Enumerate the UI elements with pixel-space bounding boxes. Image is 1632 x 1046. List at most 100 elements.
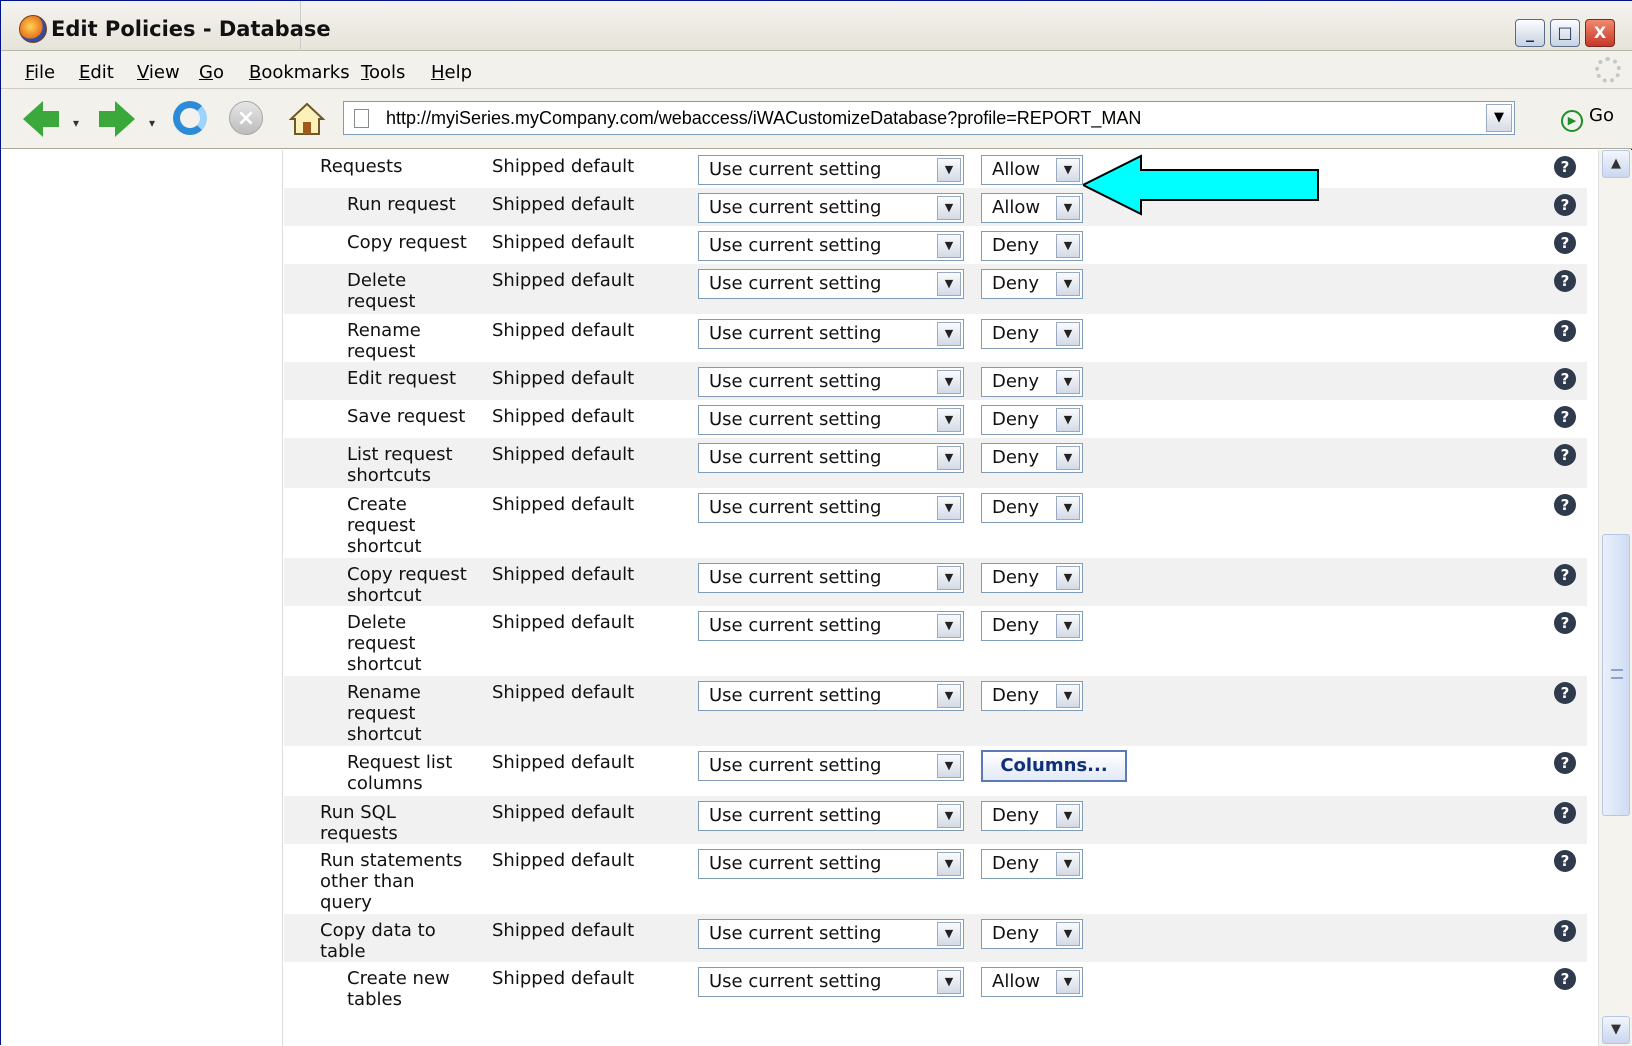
help-icon[interactable]: ? — [1554, 802, 1576, 824]
setting-select[interactable]: Use current setting ▼ — [698, 231, 964, 261]
policy-value-select[interactable]: Deny ▼ — [981, 443, 1083, 473]
chevron-down-icon[interactable]: ▼ — [1056, 234, 1080, 258]
menu-bookmarks[interactable]: Bookmarks — [249, 62, 350, 83]
url-history-dropdown[interactable]: ▼ — [1486, 104, 1512, 132]
help-icon[interactable]: ? — [1554, 564, 1576, 586]
help-icon[interactable]: ? — [1554, 444, 1576, 466]
go-button[interactable]: ▶ Go — [1561, 105, 1614, 132]
chevron-down-icon[interactable]: ▼ — [1056, 684, 1080, 708]
policy-value-select[interactable]: Allow ▼ — [981, 155, 1083, 185]
chevron-down-icon[interactable]: ▼ — [1056, 370, 1080, 394]
policy-value-select[interactable]: Deny ▼ — [981, 611, 1083, 641]
policy-value-select[interactable]: Deny ▼ — [981, 919, 1083, 949]
chevron-down-icon[interactable]: ▼ — [1056, 408, 1080, 432]
vertical-scrollbar[interactable]: ▲ ▼ — [1598, 150, 1632, 1046]
forward-button[interactable] — [99, 101, 139, 137]
chevron-down-icon[interactable]: ▼ — [937, 446, 961, 470]
setting-select[interactable]: Use current setting ▼ — [698, 563, 964, 593]
setting-select[interactable]: Use current setting ▼ — [698, 193, 964, 223]
url-text[interactable]: http://myiSeries.myCompany.com/webaccess… — [386, 108, 1141, 129]
chevron-down-icon[interactable]: ▼ — [937, 684, 961, 708]
close-button[interactable]: X — [1585, 19, 1615, 47]
setting-select[interactable]: Use current setting ▼ — [698, 269, 964, 299]
setting-select[interactable]: Use current setting ▼ — [698, 967, 964, 997]
help-icon[interactable]: ? — [1554, 156, 1576, 178]
policy-value-select[interactable]: Deny ▼ — [981, 319, 1083, 349]
help-icon[interactable]: ? — [1554, 368, 1576, 390]
maximize-button[interactable]: □ — [1550, 19, 1580, 47]
chevron-down-icon[interactable]: ▼ — [1056, 614, 1080, 638]
chevron-down-icon[interactable]: ▼ — [937, 408, 961, 432]
chevron-down-icon[interactable]: ▼ — [937, 234, 961, 258]
menu-edit[interactable]: Edit — [79, 62, 114, 83]
chevron-down-icon[interactable]: ▼ — [1056, 272, 1080, 296]
chevron-down-icon[interactable]: ▼ — [937, 614, 961, 638]
policy-value-select[interactable]: Deny ▼ — [981, 563, 1083, 593]
chevron-down-icon[interactable]: ▼ — [937, 196, 961, 220]
chevron-down-icon[interactable]: ▼ — [937, 272, 961, 296]
help-icon[interactable]: ? — [1554, 968, 1576, 990]
setting-select[interactable]: Use current setting ▼ — [698, 155, 964, 185]
chevron-down-icon[interactable]: ▼ — [1056, 566, 1080, 590]
policy-value-select[interactable]: Deny ▼ — [981, 493, 1083, 523]
help-icon[interactable]: ? — [1554, 194, 1576, 216]
help-icon[interactable]: ? — [1554, 232, 1576, 254]
chevron-down-icon[interactable]: ▼ — [937, 852, 961, 876]
chevron-down-icon[interactable]: ▼ — [937, 322, 961, 346]
setting-select[interactable]: Use current setting ▼ — [698, 405, 964, 435]
setting-select[interactable]: Use current setting ▼ — [698, 443, 964, 473]
help-icon[interactable]: ? — [1554, 850, 1576, 872]
policy-value-select[interactable]: Allow ▼ — [981, 967, 1083, 997]
scroll-down-button[interactable]: ▼ — [1602, 1016, 1630, 1044]
scroll-up-button[interactable]: ▲ — [1602, 150, 1630, 178]
chevron-down-icon[interactable]: ▼ — [1056, 852, 1080, 876]
back-button[interactable] — [23, 101, 63, 137]
menu-help[interactable]: Help — [431, 62, 472, 83]
policy-value-select[interactable]: Deny ▼ — [981, 367, 1083, 397]
setting-select[interactable]: Use current setting ▼ — [698, 681, 964, 711]
setting-select[interactable]: Use current setting ▼ — [698, 319, 964, 349]
chevron-down-icon[interactable]: ▼ — [1056, 970, 1080, 994]
setting-select[interactable]: Use current setting ▼ — [698, 849, 964, 879]
minimize-button[interactable]: _ — [1515, 19, 1545, 47]
help-icon[interactable]: ? — [1554, 920, 1576, 942]
help-icon[interactable]: ? — [1554, 320, 1576, 342]
setting-select[interactable]: Use current setting ▼ — [698, 611, 964, 641]
chevron-down-icon[interactable]: ▼ — [1056, 446, 1080, 470]
policy-value-select[interactable]: Deny ▼ — [981, 681, 1083, 711]
chevron-down-icon[interactable]: ▼ — [1056, 322, 1080, 346]
scroll-thumb[interactable] — [1602, 534, 1630, 816]
menu-file[interactable]: File — [25, 62, 55, 83]
chevron-down-icon[interactable]: ▼ — [937, 922, 961, 946]
chevron-down-icon[interactable]: ▼ — [1056, 922, 1080, 946]
chevron-down-icon[interactable]: ▼ — [937, 496, 961, 520]
help-icon[interactable]: ? — [1554, 494, 1576, 516]
forward-history-dropdown[interactable]: ▾ — [149, 116, 155, 130]
help-icon[interactable]: ? — [1554, 406, 1576, 428]
chevron-down-icon[interactable]: ▼ — [1056, 196, 1080, 220]
address-bar[interactable]: http://myiSeries.myCompany.com/webaccess… — [343, 101, 1515, 135]
chevron-down-icon[interactable]: ▼ — [1056, 496, 1080, 520]
help-icon[interactable]: ? — [1554, 612, 1576, 634]
chevron-down-icon[interactable]: ▼ — [937, 804, 961, 828]
policy-value-select[interactable]: Deny ▼ — [981, 405, 1083, 435]
chevron-down-icon[interactable]: ▼ — [937, 970, 961, 994]
setting-select[interactable]: Use current setting ▼ — [698, 493, 964, 523]
setting-select[interactable]: Use current setting ▼ — [698, 801, 964, 831]
policy-value-select[interactable]: Deny ▼ — [981, 269, 1083, 299]
chevron-down-icon[interactable]: ▼ — [1056, 158, 1080, 182]
chevron-down-icon[interactable]: ▼ — [937, 566, 961, 590]
help-icon[interactable]: ? — [1554, 270, 1576, 292]
policy-value-select[interactable]: Deny ▼ — [981, 849, 1083, 879]
reload-button[interactable] — [173, 101, 207, 135]
menu-tools[interactable]: Tools — [361, 62, 405, 83]
columns-button[interactable]: Columns... — [981, 750, 1127, 782]
setting-select[interactable]: Use current setting ▼ — [698, 367, 964, 397]
chevron-down-icon[interactable]: ▼ — [937, 158, 961, 182]
chevron-down-icon[interactable]: ▼ — [937, 370, 961, 394]
back-history-dropdown[interactable]: ▾ — [73, 116, 79, 130]
menu-go[interactable]: Go — [199, 62, 224, 83]
menu-view[interactable]: View — [137, 62, 180, 83]
setting-select[interactable]: Use current setting ▼ — [698, 919, 964, 949]
stop-button[interactable]: × — [229, 101, 263, 135]
